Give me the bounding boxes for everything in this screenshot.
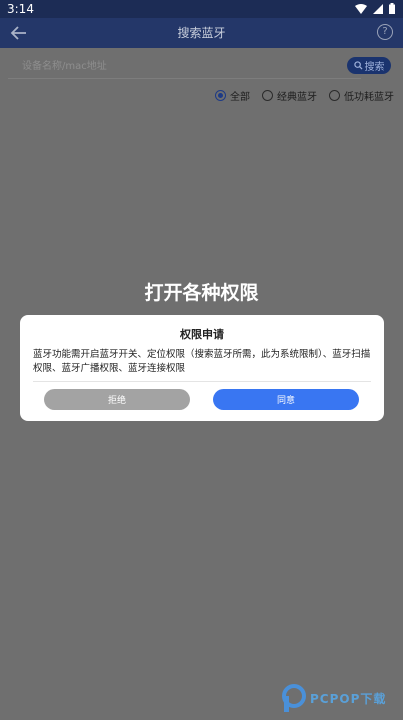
radio-all[interactable] — [215, 90, 226, 101]
search-bar: 搜索 — [0, 48, 403, 84]
status-bar: 3:14 — [0, 0, 403, 18]
search-button[interactable]: 搜索 — [347, 57, 391, 74]
dialog-title: 权限申请 — [180, 328, 224, 341]
page-title: 搜索蓝牙 — [177, 26, 226, 40]
filter-ble-label: 低功耗蓝牙 — [344, 92, 394, 103]
overlay-title: 打开各种权限 — [144, 282, 259, 304]
watermark: PCPOP下载 — [282, 684, 386, 712]
status-time: 3:14 — [7, 2, 34, 16]
help-icon[interactable]: ? — [377, 24, 393, 40]
agree-button[interactable]: 同意 — [213, 389, 359, 410]
filter-all[interactable]: 全部 — [215, 88, 250, 103]
radio-ble[interactable] — [329, 90, 340, 101]
filter-classic[interactable]: 经典蓝牙 — [262, 88, 317, 103]
app-bar: 搜索蓝牙 ? — [0, 18, 403, 48]
dialog-divider — [33, 381, 371, 382]
pcpop-logo-icon — [282, 684, 306, 712]
filter-group: 全部 经典蓝牙 低功耗蓝牙 — [215, 88, 394, 103]
reject-button[interactable]: 拒绝 — [44, 389, 190, 410]
battery-icon — [389, 3, 395, 14]
search-button-label: 搜索 — [364, 62, 385, 73]
radio-classic[interactable] — [262, 90, 273, 101]
filter-all-label: 全部 — [230, 92, 250, 103]
signal-icon — [373, 3, 383, 14]
watermark-text: PCPOP下载 — [310, 691, 387, 706]
search-icon — [353, 61, 363, 70]
status-icons — [355, 3, 395, 14]
permission-dialog: 权限申请 蓝牙功能需开启蓝牙开关、定位权限（搜索蓝牙所需，此为系统限制）、蓝牙扫… — [20, 315, 384, 421]
dialog-body: 蓝牙功能需开启蓝牙开关、定位权限（搜索蓝牙所需，此为系统限制）、蓝牙扫描权限、蓝… — [33, 349, 371, 374]
wifi-icon — [355, 3, 367, 14]
filter-classic-label: 经典蓝牙 — [277, 92, 317, 103]
search-input[interactable] — [8, 54, 361, 79]
filter-ble[interactable]: 低功耗蓝牙 — [329, 88, 394, 103]
